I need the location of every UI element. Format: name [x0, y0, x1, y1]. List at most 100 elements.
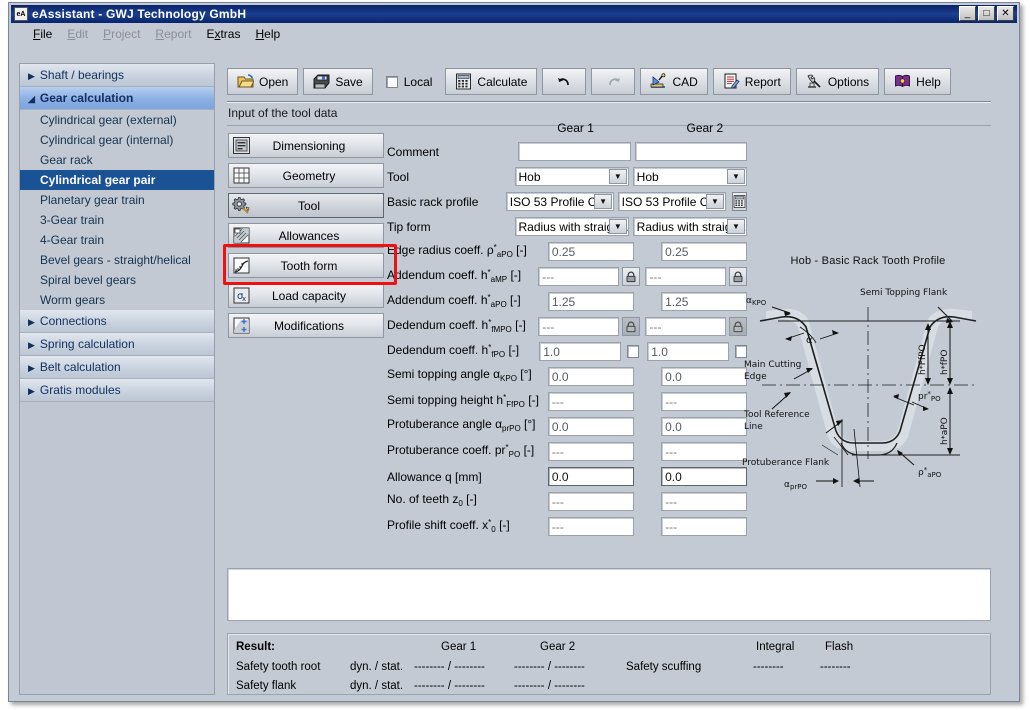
tab-tooth-form[interactable]: Tooth form — [228, 253, 384, 278]
chevron-down-icon[interactable]: ▼ — [609, 169, 627, 184]
save-button[interactable]: Save — [303, 68, 372, 95]
form-row-tool: Tool Hob ▼ Hob ▼ — [387, 164, 747, 189]
sidebar-item-bevel-gears[interactable]: Bevel gears - straight/helical — [20, 250, 214, 270]
options-button[interactable]: Options — [796, 68, 879, 95]
label-profile-shift-coeff: Profile shift coeff. x*0 [-] — [387, 516, 548, 537]
profile-shift-coeff-input-gear2[interactable]: --- — [661, 517, 747, 536]
menu-help[interactable]: Help — [255, 27, 280, 41]
menu-report[interactable]: Report — [155, 27, 191, 41]
addendum-coeff-apo-input-gear1[interactable]: 1.25 — [548, 292, 634, 311]
tab-tool[interactable]: Tool — [228, 193, 384, 218]
allowance-q-input-gear2[interactable]: 0.0 — [661, 467, 747, 486]
sidebar-group-spring-calculation[interactable]: ▶Spring calculation — [20, 333, 214, 356]
dedendum-coeff-fpo-checkbox-gear1[interactable] — [627, 345, 639, 358]
checkbox-box-icon[interactable] — [386, 76, 398, 88]
semi-topping-angle-input-gear2[interactable]: 0.0 — [661, 367, 747, 386]
open-button[interactable]: Open — [227, 68, 298, 95]
chevron-right-icon: ▶ — [28, 363, 35, 373]
tool-select-value-gear1: Hob — [519, 168, 541, 186]
addendum-coeff-apo-input-gear2[interactable]: 1.25 — [661, 292, 747, 311]
label-protuberance-flank: Protuberance Flank — [742, 458, 830, 468]
result-row2-gear2: -------- / -------- — [514, 680, 585, 692]
chevron-down-icon[interactable]: ▼ — [609, 219, 627, 234]
sidebar-item-cylindrical-gear-pair[interactable]: Cylindrical gear pair — [20, 170, 214, 190]
chevron-right-icon: ▶ — [28, 386, 35, 396]
tab-allowances[interactable]: Allowances — [228, 223, 384, 248]
edge-radius-coeff-input-gear2[interactable]: 0.25 — [661, 242, 747, 261]
redo-button[interactable] — [591, 68, 635, 95]
addendum-coeff-amp-input-gear1[interactable]: --- — [538, 267, 619, 286]
dedendum-coeff-fpo-input-gear2[interactable]: 1.0 — [647, 342, 729, 361]
sidebar-item-gear-rack[interactable]: Gear rack — [20, 150, 214, 170]
no-of-teeth-input-gear1[interactable]: --- — [548, 492, 634, 511]
no-of-teeth-input-gear2[interactable]: --- — [661, 492, 747, 511]
sidebar-item-4-gear-train[interactable]: 4-Gear train — [20, 230, 214, 250]
tip-form-select-gear2[interactable]: Radius with straight... ▼ — [633, 217, 747, 236]
dedendum-coeff-fmpo-input-gear1[interactable]: --- — [538, 317, 619, 336]
report-button[interactable]: Report — [713, 68, 791, 95]
addendum-coeff-amp-input-gear2[interactable]: --- — [645, 267, 726, 286]
sidebar-item-planetary-gear-train[interactable]: Planetary gear train — [20, 190, 214, 210]
cad-button[interactable]: CAD — [640, 68, 707, 95]
close-button[interactable]: ✕ — [997, 6, 1014, 21]
sidebar-item-cylindrical-gear-internal[interactable]: Cylindrical gear (internal) — [20, 130, 214, 150]
sidebar-group-belt-calculation[interactable]: ▶Belt calculation — [20, 356, 214, 379]
chevron-down-icon[interactable]: ▼ — [706, 194, 724, 209]
tip-form-select-gear1[interactable]: Radius with straight... ▼ — [515, 217, 629, 236]
chevron-right-icon: ▶ — [28, 340, 35, 350]
calculate-label: Calculate — [477, 75, 527, 89]
semi-topping-height-input-gear2[interactable]: --- — [661, 392, 747, 411]
tool-select-gear1[interactable]: Hob ▼ — [515, 167, 629, 186]
sidebar-item-cylindrical-gear-external[interactable]: Cylindrical gear (external) — [20, 110, 214, 130]
chevron-down-icon[interactable]: ▼ — [594, 194, 612, 209]
label-semi-topping-height: Semi topping height h*FfPO [-] — [387, 391, 548, 412]
menu-edit[interactable]: Edit — [67, 27, 88, 41]
semi-topping-angle-input-gear1[interactable]: 0.0 — [548, 367, 634, 386]
minimize-button[interactable]: _ — [959, 6, 976, 21]
protuberance-coeff-input-gear1[interactable]: --- — [548, 442, 634, 461]
menu-extras[interactable]: Extras — [206, 27, 240, 41]
chevron-down-icon[interactable]: ▼ — [727, 219, 745, 234]
dedendum-coeff-fpo-input-gear1[interactable]: 1.0 — [539, 342, 621, 361]
help-button[interactable]: Help — [884, 68, 951, 95]
basic-rack-profile-select-gear1[interactable]: ISO 53 Profile C ▼ — [506, 192, 614, 211]
sidebar-group-gear-calculation[interactable]: ◢Gear calculation — [20, 87, 214, 110]
sidebar-group-gratis-modules[interactable]: ▶Gratis modules — [20, 379, 214, 402]
addendum-coeff-amp-lock-gear1[interactable] — [622, 267, 640, 286]
protuberance-angle-input-gear2[interactable]: 0.0 — [661, 417, 747, 436]
dedendum-coeff-fmpo-lock-gear1[interactable] — [622, 317, 640, 336]
tab-modifications[interactable]: Modifications — [228, 313, 384, 338]
semi-topping-height-input-gear1[interactable]: --- — [548, 392, 634, 411]
chevron-down-icon[interactable]: ▼ — [727, 169, 745, 184]
menu-project[interactable]: Project — [103, 27, 140, 41]
local-checkbox[interactable]: Local — [378, 75, 441, 89]
comment-input-gear1[interactable] — [518, 142, 630, 161]
edge-radius-coeff-input-gear1[interactable]: 0.25 — [548, 242, 634, 261]
tab-label: Modifications — [251, 319, 383, 333]
basic-rack-profile-calculator-button[interactable] — [732, 192, 747, 211]
sidebar-item-3-gear-train[interactable]: 3-Gear train — [20, 210, 214, 230]
calculate-button[interactable]: Calculate — [445, 68, 537, 95]
menu-file[interactable]: FFileile — [33, 27, 52, 41]
allowance-q-input-gear1[interactable]: 0.0 — [548, 467, 634, 486]
sidebar-item-worm-gears[interactable]: Worm gears — [20, 290, 214, 310]
undo-button[interactable] — [542, 68, 586, 95]
tab-geometry[interactable]: Geometry — [228, 163, 384, 188]
dedendum-coeff-fmpo-input-gear2[interactable]: --- — [645, 317, 726, 336]
grid-geometry-icon — [232, 166, 251, 185]
basic-rack-profile-select-gear2[interactable]: ISO 53 Profile C ▼ — [618, 192, 726, 211]
sidebar-group-connections[interactable]: ▶Connections — [20, 310, 214, 333]
sidebar-item-spiral-bevel-gears[interactable]: Spiral bevel gears — [20, 270, 214, 290]
tab-load-capacity[interactable]: σ x Load capacity — [228, 283, 384, 308]
tab-label: Tool — [251, 199, 383, 213]
protuberance-coeff-input-gear2[interactable]: --- — [661, 442, 747, 461]
sidebar-group-shaft-bearings[interactable]: ▶Shaft / bearings — [20, 64, 214, 87]
label-protuberance-coeff: Protuberance coeff. pr*PO [-] — [387, 441, 548, 462]
comment-input-gear2[interactable] — [635, 142, 747, 161]
tool-select-gear2[interactable]: Hob ▼ — [633, 167, 747, 186]
label-dedendum-coeff-fmpo: Dedendum coeff. h*fMPO [-] — [387, 316, 538, 337]
profile-shift-coeff-input-gear1[interactable]: --- — [548, 517, 634, 536]
maximize-button[interactable]: □ — [978, 6, 995, 21]
protuberance-angle-input-gear1[interactable]: 0.0 — [548, 417, 634, 436]
tab-dimensioning[interactable]: Dimensioning — [228, 133, 384, 158]
